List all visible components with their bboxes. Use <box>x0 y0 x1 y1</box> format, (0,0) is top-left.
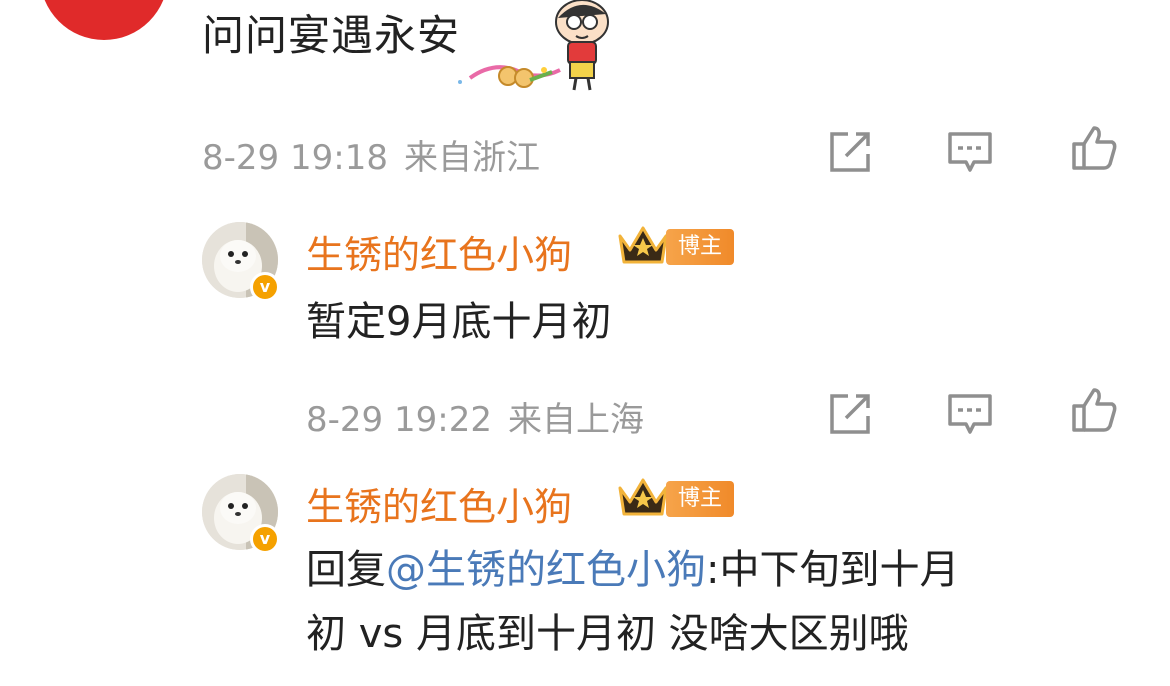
share-icon[interactable] <box>826 390 874 438</box>
reply-line-1: 回复@生锈的红色小狗:中下旬到十月 <box>306 538 959 602</box>
like-icon[interactable] <box>1070 124 1118 172</box>
like-icon[interactable] <box>1070 386 1118 434</box>
crown-icon <box>616 222 670 266</box>
owner-badge: 博主 <box>666 481 735 517</box>
location: 来自上海 <box>507 400 644 440</box>
reply-meta: 8-29 19:22 来自上海 <box>306 392 644 441</box>
author-name[interactable]: 生锈的红色小狗 <box>306 476 572 531</box>
comment-text: 问问宴遇永安 <box>202 11 461 60</box>
verified-badge: v <box>250 272 280 302</box>
location: 来自浙江 <box>403 138 540 178</box>
share-icon[interactable] <box>826 128 874 176</box>
comment-meta: 8-29 19:18 来自浙江 <box>202 130 540 179</box>
mention-link[interactable]: @生锈的红色小狗 <box>386 547 706 593</box>
reply-line-1-rest: :中下旬到十月 <box>706 547 960 593</box>
comment-icon[interactable] <box>946 128 994 176</box>
reply-line-2: 初 vs 月底到十月初 没啥大区别哦 <box>306 611 909 657</box>
comment-thread: 问问宴遇永安 8-29 19:18 来自浙江 v 生锈的红色小狗 博主 暂定9月… <box>0 0 1170 686</box>
reply-prefix: 回复 <box>306 547 386 593</box>
author-name[interactable]: 生锈的红色小狗 <box>306 224 572 279</box>
timestamp: 8-29 19:22 <box>306 400 492 440</box>
reply-text: 暂定9月底十月初 <box>306 299 612 345</box>
verified-badge: v <box>250 524 280 554</box>
crayon-shinchan-sticker <box>440 0 620 100</box>
commenter-avatar[interactable] <box>40 0 168 40</box>
timestamp: 8-29 19:18 <box>202 138 388 178</box>
owner-badge: 博主 <box>666 229 735 265</box>
reply-text: 回复@生锈的红色小狗:中下旬到十月 初 vs 月底到十月初 没啥大区别哦 <box>306 538 959 666</box>
comment-icon[interactable] <box>946 390 994 438</box>
crown-icon <box>616 474 670 518</box>
